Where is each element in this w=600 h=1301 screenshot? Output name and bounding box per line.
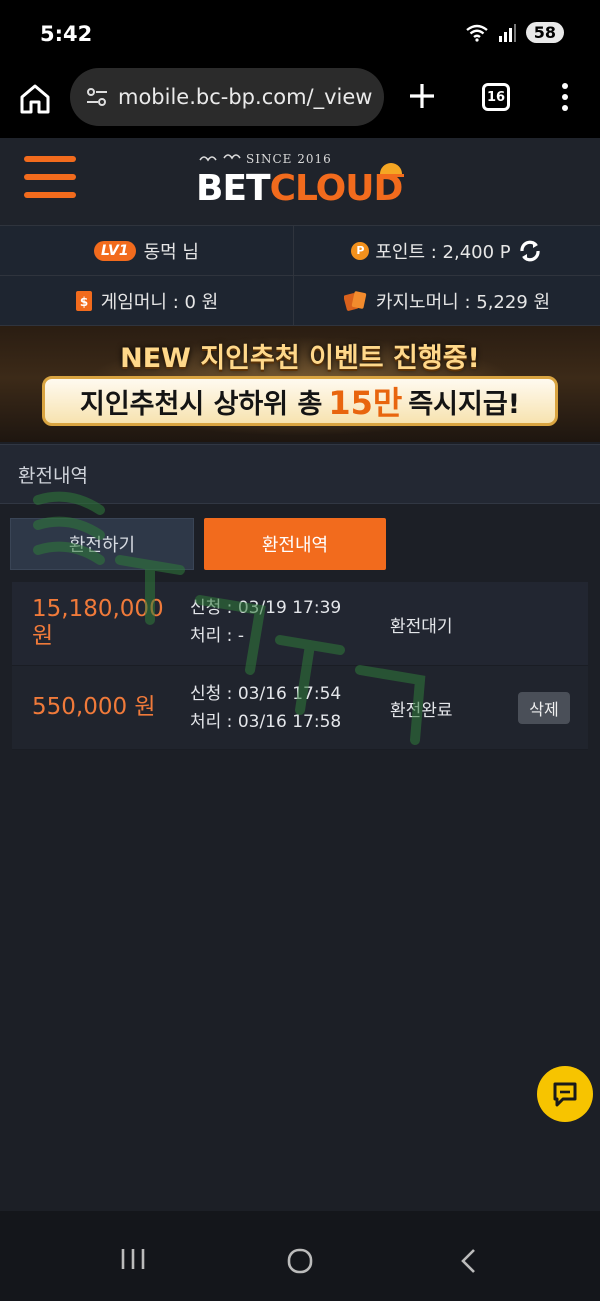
user-level-cell: LV1 동먹 님 <box>0 226 294 276</box>
record-amount: 550,000 원 <box>32 694 156 720</box>
browser-toolbar: mobile.bc-bp.com/_view 16 <box>0 66 600 138</box>
event-banner[interactable]: NEW 지인추천 이벤트 진행중! 지인추천시 상하위 총 15만 즉시지급! <box>0 326 600 442</box>
chat-icon <box>553 1082 577 1107</box>
game-money-text: 게임머니 : 0 원 <box>100 291 219 313</box>
record-times: 신청 : 03/16 17:54 처리 : 03/16 17:58 <box>190 680 341 736</box>
logo-wordmark: BETCLOUD <box>196 168 403 209</box>
site-settings-icon[interactable] <box>84 84 110 110</box>
chat-button[interactable] <box>537 1066 593 1122</box>
record-status: 환전대기 <box>390 617 453 637</box>
record-request-time: 신청 : 03/16 17:54 <box>190 684 342 704</box>
user-info-panel: LV1 동먹 님 P 포인트 : 2,400 P $ 게임머니 : 0 원 카지… <box>0 226 600 326</box>
delete-button[interactable]: 삭제 <box>518 692 570 724</box>
wifi-icon <box>465 24 488 42</box>
banner-subline-pre: 지인추천시 상하위 총 <box>79 388 323 420</box>
record-processed-time: 처리 : 03/16 17:58 <box>190 712 342 732</box>
home-icon[interactable] <box>18 82 52 116</box>
cards-icon <box>343 290 367 311</box>
list-item: 15,180,000 원 신청 : 03/19 17:39 처리 : - 환전대… <box>12 582 588 666</box>
point-coin-icon: P <box>351 241 370 260</box>
banner-subline-post: 즉시지급! <box>408 388 521 420</box>
battery-indicator: 58 <box>525 22 564 43</box>
url-text: mobile.bc-bp.com/_view <box>118 85 373 109</box>
status-icons: 58 <box>465 22 564 43</box>
home-nav-icon[interactable] <box>286 1247 314 1275</box>
record-status: 환전완료 <box>390 701 453 721</box>
status-time: 5:42 <box>40 22 93 46</box>
record-request-time: 신청 : 03/19 17:39 <box>190 598 342 618</box>
recents-icon[interactable] <box>118 1247 148 1271</box>
more-vert-icon[interactable] <box>556 80 574 114</box>
points-cell: P 포인트 : 2,400 P <box>294 226 600 276</box>
record-amount: 15,180,000 원 <box>32 596 164 649</box>
logo-bet: BET <box>196 168 271 209</box>
page-title: 환전내역 <box>0 444 600 504</box>
casino-money-text: 카지노머니 : 5,229 원 <box>375 291 551 313</box>
betcloud-logo[interactable]: SINCE 2016 BETCLOUD <box>196 148 406 218</box>
list-item: 550,000 원 신청 : 03/16 17:54 처리 : 03/16 17… <box>12 666 588 750</box>
back-icon[interactable] <box>458 1247 478 1275</box>
banner-subline: 지인추천시 상하위 총 15만 즉시지급! <box>42 376 558 426</box>
exchange-history-list: 15,180,000 원 신청 : 03/19 17:39 처리 : - 환전대… <box>12 582 588 750</box>
banner-headline: NEW 지인추천 이벤트 진행중! <box>120 343 480 374</box>
record-processed-time: 처리 : - <box>190 626 244 646</box>
logo-since: SINCE 2016 <box>246 152 332 166</box>
casino-money-cell: 카지노머니 : 5,229 원 <box>294 276 600 326</box>
status-bar: 5:42 58 <box>0 0 600 66</box>
site-header: SINCE 2016 BETCLOUD <box>0 138 600 226</box>
signal-icon <box>498 23 516 42</box>
tabs-icon[interactable]: 16 <box>482 83 510 111</box>
level-badge: LV1 <box>94 240 136 261</box>
system-nav-bar <box>0 1211 600 1301</box>
page: 5:42 58 mobile.bc-bp.com/_view 16 SINCE … <box>0 0 600 1301</box>
plus-icon[interactable] <box>406 80 438 112</box>
banner-subline-highlight: 15만 <box>328 384 403 422</box>
logo-sun-icon <box>378 163 404 177</box>
wallet-icon: $ <box>75 290 92 311</box>
tab-exchange[interactable]: 환전하기 <box>10 518 194 570</box>
game-money-cell: $ 게임머니 : 0 원 <box>0 276 294 326</box>
refresh-icon[interactable] <box>517 238 543 264</box>
hamburger-menu-icon[interactable] <box>24 156 76 202</box>
address-bar[interactable]: mobile.bc-bp.com/_view <box>70 68 384 126</box>
record-times: 신청 : 03/19 17:39 처리 : - <box>190 594 341 650</box>
tab-history[interactable]: 환전내역 <box>204 518 386 570</box>
svg-text:$: $ <box>80 295 88 309</box>
logo-birds-icon <box>199 154 241 162</box>
user-name: 동먹 님 <box>143 241 199 263</box>
points-text: 포인트 : 2,400 P <box>375 241 511 263</box>
